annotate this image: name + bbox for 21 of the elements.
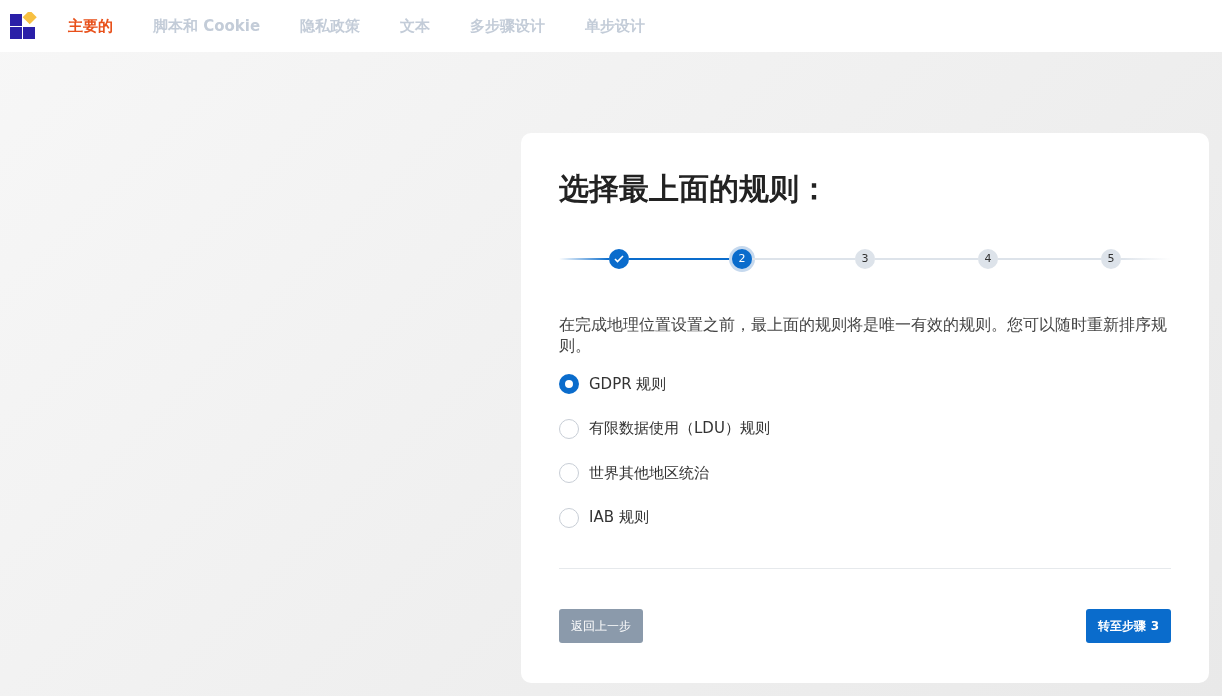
- step-indicator: 5: [1101, 249, 1121, 269]
- logo-icon: [10, 12, 38, 40]
- check-icon: [614, 255, 624, 263]
- nav-tab[interactable]: 脚本和 Cookie: [153, 14, 261, 38]
- next-button[interactable]: 转至步骤 3: [1086, 609, 1171, 643]
- step-indicator: 3: [855, 249, 875, 269]
- radio-label: 世界其他地区统治: [589, 462, 709, 484]
- card-title: 选择最上面的规则：: [559, 171, 830, 207]
- nav-tab[interactable]: 多步骤设计: [470, 14, 546, 38]
- nav-tab[interactable]: 主要的: [68, 14, 113, 38]
- nav-tab[interactable]: 单步设计: [585, 14, 646, 38]
- radio-label: 有限数据使用（LDU）规则: [589, 418, 770, 440]
- radio-button[interactable]: [559, 374, 579, 395]
- description-text: 在完成地理位置设置之前，最上面的规则将是唯一有效的规则。您可以随时重新排序规则。: [559, 315, 1168, 357]
- nav-tab[interactable]: 隐私政策: [300, 14, 361, 38]
- radio-label: IAB 规则: [589, 507, 649, 529]
- nav-tab[interactable]: 文本: [400, 14, 431, 38]
- step-indicator: 4: [978, 249, 998, 269]
- step-indicator: 2: [732, 249, 752, 269]
- back-button[interactable]: 返回上一步: [559, 609, 643, 643]
- radio-label: GDPR 规则: [589, 373, 667, 395]
